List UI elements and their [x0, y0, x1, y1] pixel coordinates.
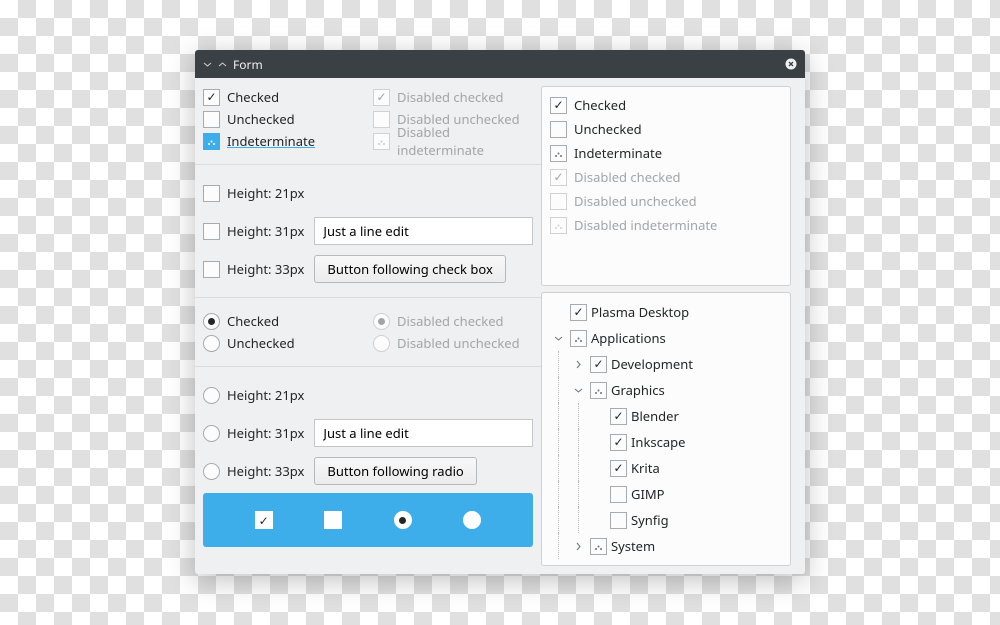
tree-label: Plasma Desktop: [591, 303, 689, 321]
radio-unchecked[interactable]: Unchecked: [203, 332, 363, 354]
radio-label: Height: 33px: [227, 462, 304, 480]
checkbox-label: Height: 21px: [227, 184, 304, 202]
list-checkbox-unchecked[interactable]: Unchecked: [550, 117, 782, 141]
lineedit-1[interactable]: [314, 217, 533, 245]
listview-panel: Checked Unchecked Indeterminate Disabled…: [541, 86, 791, 286]
checkbox-label: Disabled unchecked: [574, 192, 697, 210]
tree-label: Blender: [631, 407, 679, 425]
tree-item-blender[interactable]: Blender: [550, 403, 782, 429]
form-window: Form Checked Disabled checked: [195, 50, 805, 574]
button-following-radio[interactable]: Button following radio: [314, 457, 476, 485]
radio-label: Disabled checked: [397, 312, 504, 330]
blue-radio-checked[interactable]: [394, 511, 412, 529]
chevron-down-icon[interactable]: [570, 377, 586, 403]
separator: [195, 164, 541, 165]
window-body: Checked Disabled checked Unchecked Disab…: [195, 78, 805, 574]
separator: [195, 366, 541, 367]
tree-label: Krita: [631, 459, 660, 477]
radio-label: Height: 21px: [227, 386, 304, 404]
checkbox-label: Disabled checked: [397, 88, 504, 106]
checkbox-height-21[interactable]: Height: 21px: [203, 184, 304, 202]
list-checkbox-disabled-indeterminate: Disabled indeterminate: [550, 213, 782, 237]
checkbox-label: Height: 33px: [227, 260, 304, 278]
radio-height-row-33: Height: 33px Button following radio: [203, 455, 533, 487]
checkbox-disabled-checked: Disabled checked: [373, 86, 533, 108]
tree-item-krita[interactable]: Krita: [550, 455, 782, 481]
checkbox-unchecked[interactable]: Unchecked: [203, 108, 363, 130]
radio-checked[interactable]: Checked: [203, 310, 363, 332]
button-following-checkbox[interactable]: Button following check box: [314, 255, 505, 283]
tree-label: Graphics: [611, 381, 665, 399]
checkbox-disabled-indeterminate: Disabled indeterminate: [373, 130, 533, 152]
checkbox-checked[interactable]: Checked: [203, 86, 363, 108]
checkbox-height-33[interactable]: Height: 33px: [203, 260, 304, 278]
checkbox-label: Height: 31px: [227, 222, 304, 240]
blue-radio-unchecked[interactable]: [463, 511, 481, 529]
checkbox-label: Unchecked: [574, 120, 642, 138]
height-row-21: Height: 21px: [203, 177, 533, 209]
tree-item-graphics[interactable]: Graphics: [550, 377, 782, 403]
tree-item-synfig[interactable]: Synfig: [550, 507, 782, 533]
height-row-33: Height: 33px Button following check box: [203, 253, 533, 285]
shade-down-icon[interactable]: [203, 56, 212, 73]
tree-label: Applications: [591, 329, 666, 347]
tree-item-system[interactable]: System: [550, 533, 782, 559]
radio-label: Height: 31px: [227, 424, 304, 442]
checkbox-grid: Checked Disabled checked Unchecked Disab…: [203, 86, 533, 152]
checkbox-label: Checked: [574, 96, 626, 114]
radio-disabled-checked: Disabled checked: [373, 310, 533, 332]
height-row-31: Height: 31px: [203, 215, 533, 247]
left-column: Checked Disabled checked Unchecked Disab…: [203, 86, 533, 566]
tree-item-development[interactable]: Development: [550, 351, 782, 377]
list-checkbox-checked[interactable]: Checked: [550, 93, 782, 117]
radio-label: Checked: [227, 312, 279, 330]
checkbox-indeterminate[interactable]: Indeterminate: [203, 130, 363, 152]
chevron-right-icon[interactable]: [570, 533, 586, 559]
treeview-panel: Plasma Desktop Applications Development: [541, 292, 791, 566]
radio-disabled-unchecked: Disabled unchecked: [373, 332, 533, 354]
radio-height-21[interactable]: Height: 21px: [203, 386, 304, 404]
radio-label: Disabled unchecked: [397, 334, 520, 352]
radio-grid: Checked Disabled checked Unchecked Disab…: [203, 310, 533, 354]
list-checkbox-indeterminate[interactable]: Indeterminate: [550, 141, 782, 165]
checkbox-label: Unchecked: [227, 110, 295, 128]
tree-item-applications[interactable]: Applications: [550, 325, 782, 351]
radio-height-row-21: Height: 21px: [203, 379, 533, 411]
chevron-down-icon[interactable]: [550, 325, 566, 351]
blue-preview-bar: [203, 493, 533, 547]
checkbox-label: Checked: [227, 88, 279, 106]
radio-height-31[interactable]: Height: 31px: [203, 424, 304, 442]
window-title: Form: [233, 56, 263, 73]
blue-checkbox-unchecked[interactable]: [324, 511, 342, 529]
right-column: Checked Unchecked Indeterminate Disabled…: [541, 86, 791, 566]
tree-label: System: [611, 537, 655, 555]
radio-height-33[interactable]: Height: 33px: [203, 462, 304, 480]
shade-up-icon[interactable]: [218, 56, 227, 73]
checkbox-height-31[interactable]: Height: 31px: [203, 222, 304, 240]
tree-item-plasma[interactable]: Plasma Desktop: [550, 299, 782, 325]
checkbox-label: Indeterminate: [227, 132, 315, 150]
tree-item-gimp[interactable]: GIMP: [550, 481, 782, 507]
tree-label: GIMP: [631, 485, 665, 503]
list-checkbox-disabled-checked: Disabled checked: [550, 165, 782, 189]
radio-label: Unchecked: [227, 334, 295, 352]
checkbox-label: Indeterminate: [574, 144, 662, 162]
tree-label: Synfig: [631, 511, 669, 529]
checkbox-label: Disabled indeterminate: [397, 123, 533, 159]
radio-height-row-31: Height: 31px: [203, 417, 533, 449]
separator: [195, 297, 541, 298]
checkbox-label: Disabled indeterminate: [574, 216, 717, 234]
checkbox-label: Disabled checked: [574, 168, 681, 186]
chevron-right-icon[interactable]: [570, 351, 586, 377]
tree-label: Development: [611, 355, 693, 373]
tree-item-inkscape[interactable]: Inkscape: [550, 429, 782, 455]
close-icon[interactable]: [785, 58, 797, 70]
lineedit-2[interactable]: [314, 419, 533, 447]
blue-checkbox-checked[interactable]: [255, 511, 273, 529]
titlebar[interactable]: Form: [195, 50, 805, 78]
list-checkbox-disabled-unchecked: Disabled unchecked: [550, 189, 782, 213]
tree-label: Inkscape: [631, 433, 685, 451]
